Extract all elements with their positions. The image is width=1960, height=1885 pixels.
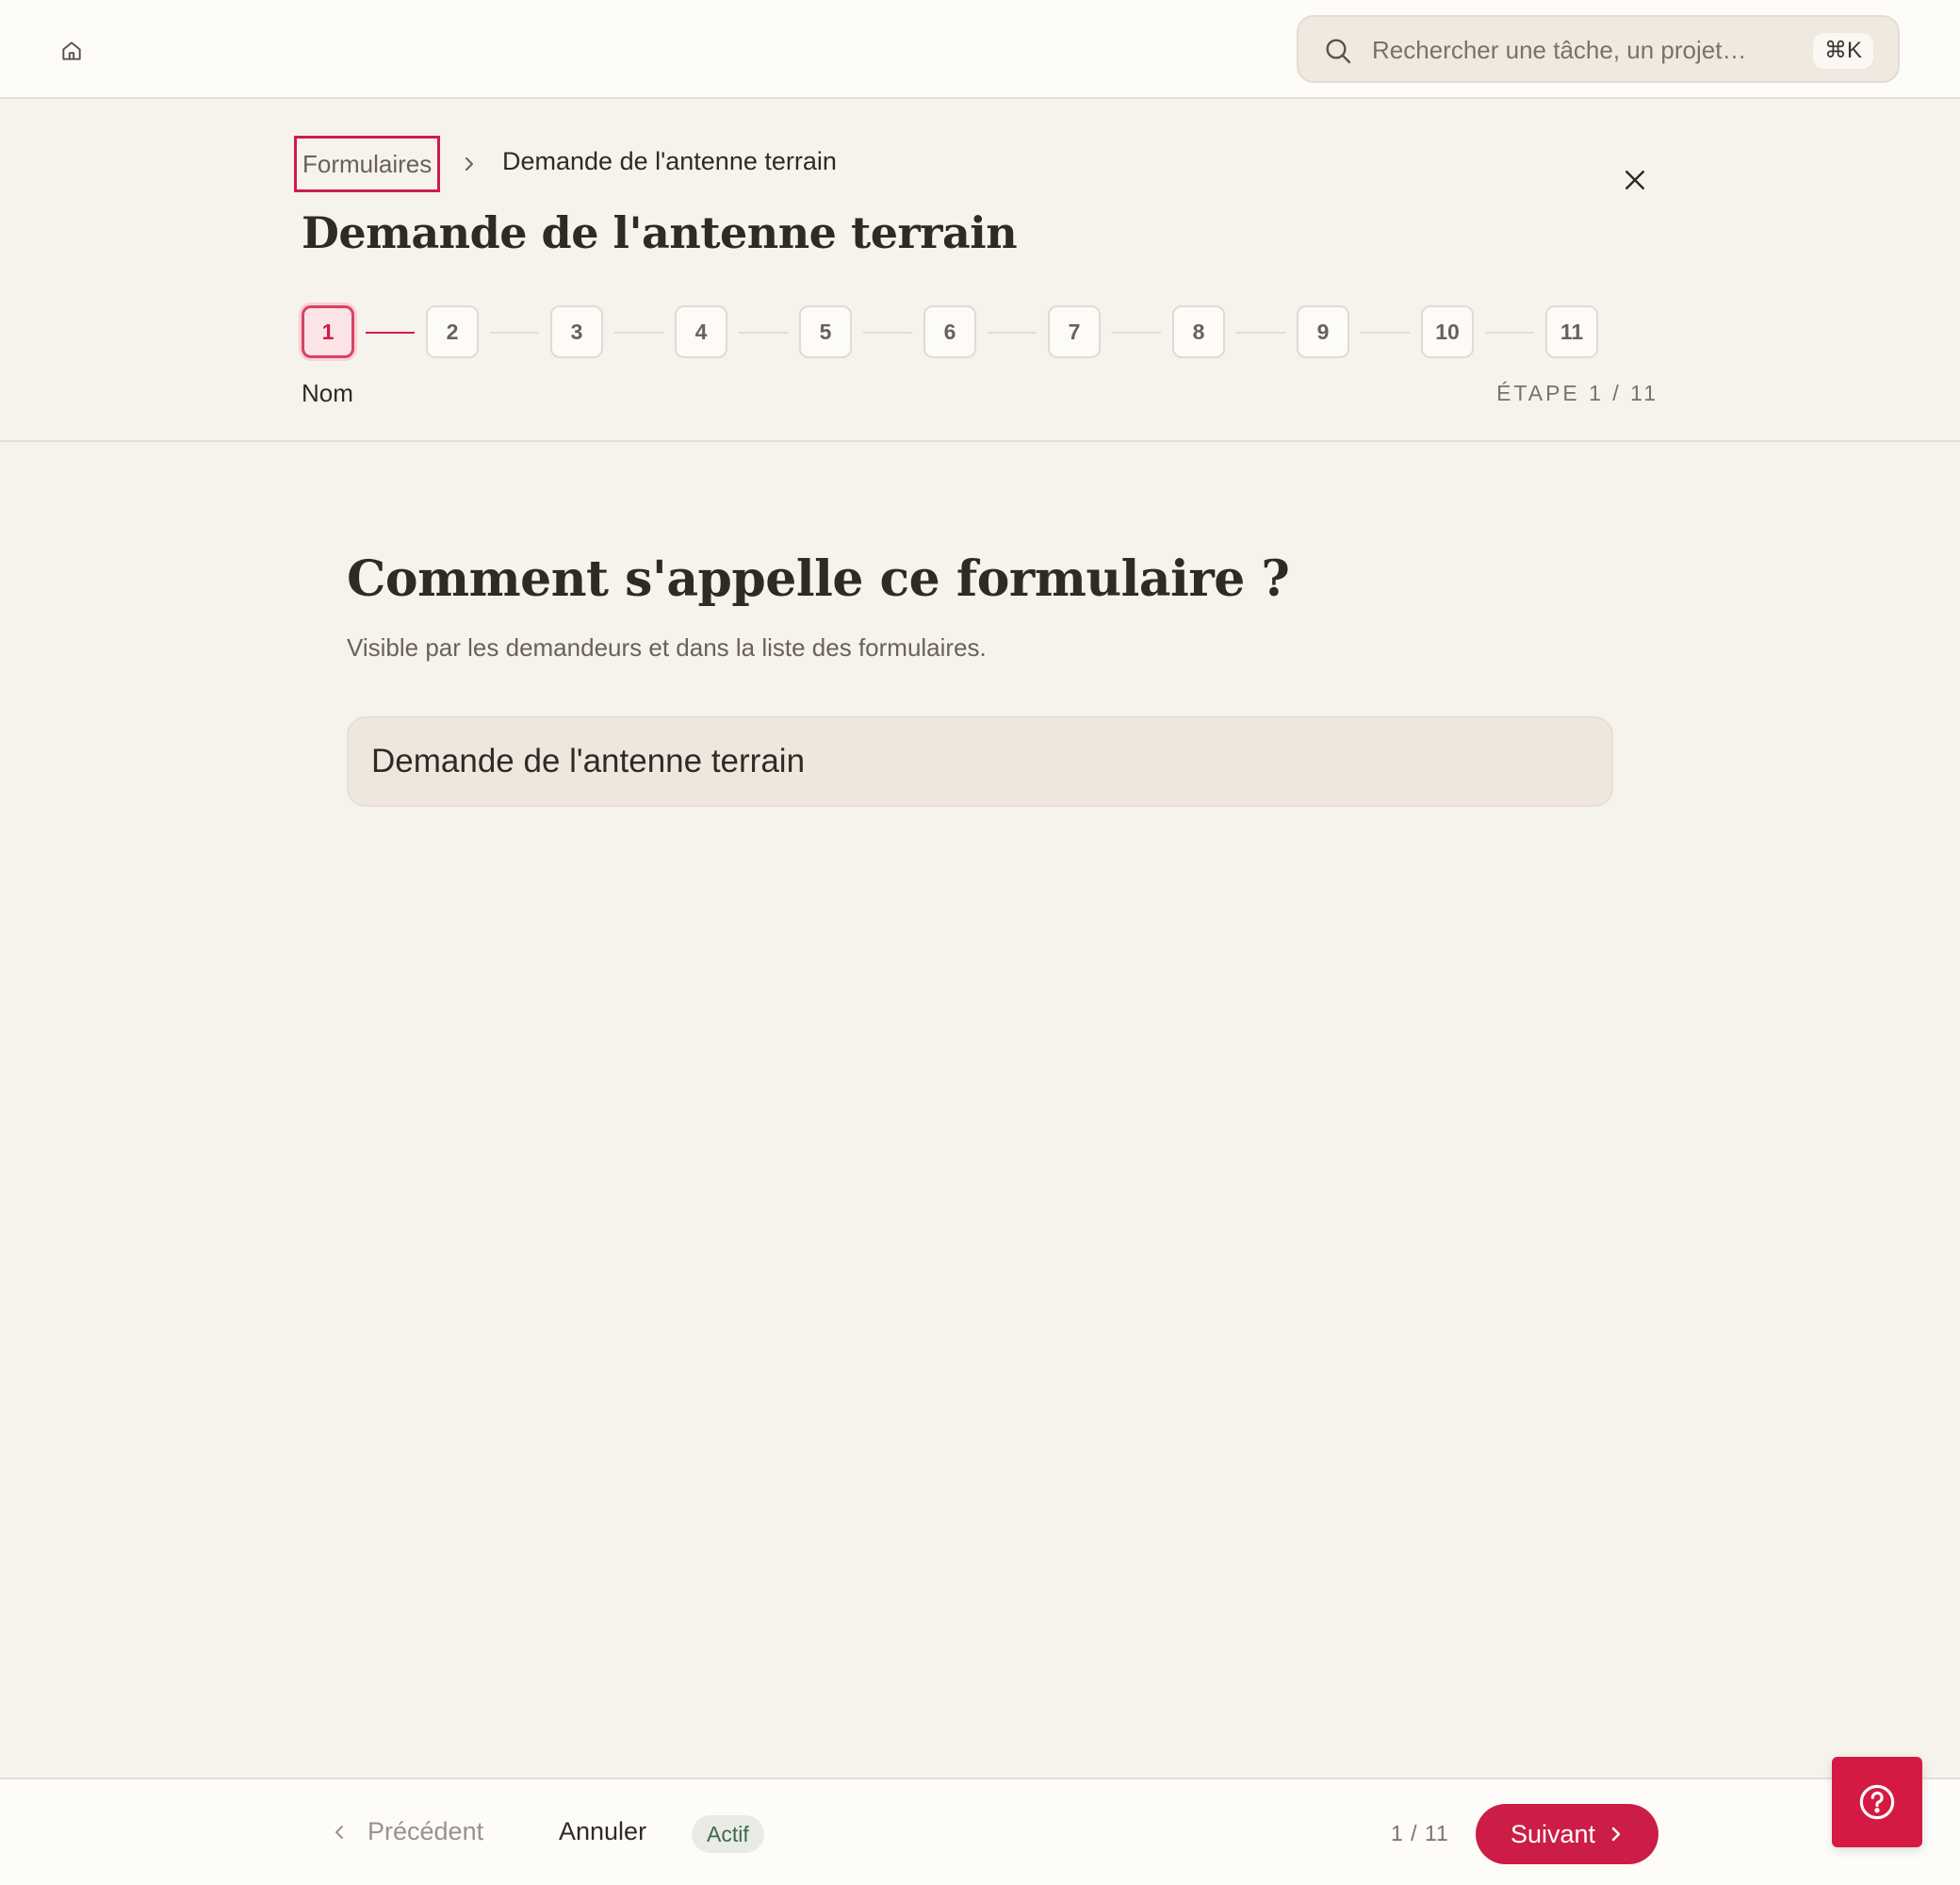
step-connector: [490, 332, 539, 334]
search-placeholder: Rechercher une tâche, un projet…: [1372, 36, 1747, 64]
close-icon: [1625, 171, 1644, 189]
next-button-label: Suivant: [1510, 1819, 1596, 1848]
search-bar[interactable]: Rechercher une tâche, un projet… ⌘K: [1297, 15, 1900, 83]
step-counter: ÉTAPE 1 / 11: [1496, 381, 1658, 405]
next-button[interactable]: Suivant: [1476, 1804, 1658, 1864]
step-6[interactable]: 6: [923, 305, 976, 358]
search-shortcut-badge: ⌘K: [1812, 33, 1873, 69]
close-button[interactable]: [1621, 166, 1649, 199]
status-badge: Actif: [692, 1815, 764, 1853]
help-icon: [1859, 1784, 1895, 1820]
step-5[interactable]: 5: [799, 305, 852, 358]
step-connector: [1236, 332, 1285, 334]
step-4[interactable]: 4: [675, 305, 727, 358]
step-10[interactable]: 10: [1421, 305, 1474, 358]
search-icon: [1326, 39, 1351, 64]
step-3[interactable]: 3: [550, 305, 603, 358]
step-connector: [863, 332, 912, 334]
step-1[interactable]: 1: [302, 305, 354, 358]
step-8[interactable]: 8: [1172, 305, 1225, 358]
home-button[interactable]: [57, 36, 87, 66]
previous-button-label: Précédent: [368, 1817, 484, 1845]
breadcrumb-formulaires-link[interactable]: Formulaires: [294, 136, 441, 192]
chevron-right-icon: [466, 157, 473, 171]
previous-button[interactable]: Précédent: [332, 1817, 483, 1846]
current-step-label: Nom: [302, 379, 353, 407]
step-2[interactable]: 2: [426, 305, 479, 358]
top-bar: Rechercher une tâche, un projet… ⌘K: [0, 0, 1960, 99]
question-subtitle: Visible par les demandeurs et dans la li…: [347, 633, 987, 662]
page-counter: 1 / 11: [1391, 1821, 1449, 1845]
step-connector: [614, 332, 663, 334]
step-connector: [739, 332, 788, 334]
step-connector: [988, 332, 1037, 334]
breadcrumb-current: Demande de l'antenne terrain: [502, 147, 837, 175]
help-button[interactable]: [1832, 1757, 1922, 1847]
step-connector: [1361, 332, 1410, 334]
step-connector: [1112, 332, 1161, 334]
form-name-input[interactable]: [347, 716, 1613, 807]
home-icon: [62, 41, 81, 60]
question-title: Comment s'appelle ce formulaire ?: [347, 550, 1290, 608]
step-connector: [366, 332, 415, 334]
cancel-button[interactable]: Annuler: [559, 1817, 646, 1846]
chevron-left-icon: [335, 1825, 343, 1839]
step-7[interactable]: 7: [1048, 305, 1101, 358]
step-11[interactable]: 11: [1545, 305, 1598, 358]
step-9[interactable]: 9: [1297, 305, 1349, 358]
footer-bar: Précédent Annuler Actif 1 / 11 Suivant: [0, 1778, 1960, 1885]
step-connector: [1485, 332, 1534, 334]
page-title: Demande de l'antenne terrain: [302, 207, 1018, 258]
chevron-right-icon: [1611, 1827, 1621, 1842]
